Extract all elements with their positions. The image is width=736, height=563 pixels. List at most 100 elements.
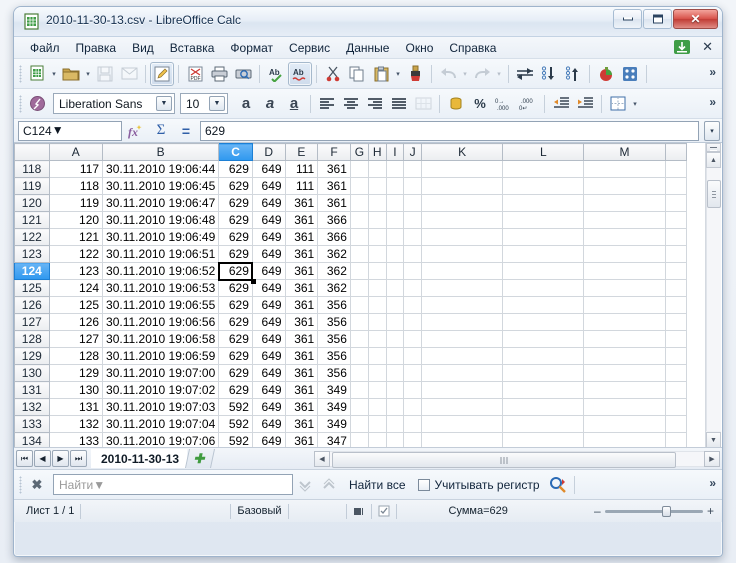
cell-C126[interactable]: 629 [218, 296, 253, 314]
cell-F132[interactable]: 349 [317, 398, 351, 416]
table-row[interactable]: 134 133 30.11.2010 19:07:06 592 649 361 347 [14, 432, 687, 447]
cell-H131[interactable] [367, 381, 387, 399]
merge-cells-icon[interactable] [411, 92, 435, 116]
cell-D119[interactable]: 649 [251, 177, 286, 195]
cell-A129[interactable]: 128 [48, 347, 104, 365]
column-header-c[interactable]: C [218, 143, 253, 161]
cell-E134[interactable]: 361 [284, 432, 319, 447]
cell-G119[interactable] [349, 177, 369, 195]
cell-B122[interactable]: 30.11.2010 19:06:49 [102, 228, 220, 246]
cell-K131[interactable] [420, 381, 504, 399]
formula-input-line[interactable]: 629 [200, 120, 699, 141]
menu-item-file[interactable]: Файл [22, 39, 68, 57]
cell-D123[interactable]: 649 [251, 245, 286, 263]
cell-A118[interactable]: 117 [48, 160, 104, 178]
cell-D128[interactable]: 649 [251, 330, 286, 348]
cell-G123[interactable] [349, 245, 369, 263]
row-header-130[interactable]: 130 [14, 364, 50, 382]
cell-A123[interactable]: 122 [48, 245, 104, 263]
cell-H123[interactable] [367, 245, 387, 263]
cell-I122[interactable] [385, 228, 405, 246]
cell-F128[interactable]: 356 [317, 330, 351, 348]
row-header-131[interactable]: 131 [14, 381, 50, 399]
cell-x133[interactable] [664, 415, 687, 433]
cell-K119[interactable] [420, 177, 504, 195]
align-right-icon[interactable] [363, 92, 387, 116]
borders-icon[interactable] [606, 92, 630, 116]
cell-H134[interactable] [367, 432, 387, 447]
increase-indent-icon[interactable] [573, 92, 597, 116]
cell-E118[interactable]: 111 [284, 160, 319, 178]
cell-I132[interactable] [385, 398, 405, 416]
sum-icon[interactable]: Σ [150, 121, 172, 141]
table-row[interactable]: 122 121 30.11.2010 19:06:49 629 649 361 366 [14, 228, 687, 246]
vertical-scroll-track[interactable] [706, 168, 721, 431]
cell-C121[interactable]: 629 [218, 211, 253, 229]
sort-filter-icon[interactable] [513, 62, 537, 86]
cell-K128[interactable] [420, 330, 504, 348]
chevron-down-icon[interactable]: ▼ [93, 478, 105, 492]
find-and-replace-icon[interactable] [546, 473, 570, 497]
cell-I126[interactable] [385, 296, 405, 314]
cell-M129[interactable] [583, 347, 666, 365]
cell-M131[interactable] [583, 381, 666, 399]
cell-C120[interactable]: 629 [218, 194, 253, 212]
next-sheet-button[interactable]: ▶ [52, 450, 69, 467]
cell-F126[interactable]: 356 [317, 296, 351, 314]
cell-x124[interactable] [664, 262, 687, 280]
menu-item-help[interactable]: Справка [441, 39, 504, 57]
row-header-134[interactable]: 134 [14, 432, 50, 447]
paste-dropdown-icon[interactable]: ▾ [393, 62, 403, 86]
cell-B125[interactable]: 30.11.2010 19:06:53 [102, 279, 220, 297]
cell-I133[interactable] [385, 415, 405, 433]
cell-H129[interactable] [367, 347, 387, 365]
menu-item-insert[interactable]: Вставка [162, 39, 223, 57]
cell-F130[interactable]: 356 [317, 364, 351, 382]
search-input[interactable]: Найти ▼ [53, 474, 293, 495]
cell-I124[interactable] [385, 262, 405, 280]
cell-A131[interactable]: 130 [48, 381, 104, 399]
cell-G128[interactable] [349, 330, 369, 348]
column-header-b[interactable]: B [102, 143, 220, 161]
cell-A127[interactable]: 126 [48, 313, 104, 331]
redo-icon[interactable] [470, 62, 494, 86]
cell-L124[interactable] [502, 262, 585, 280]
cell-A132[interactable]: 131 [48, 398, 104, 416]
cell-J119[interactable] [403, 177, 422, 195]
cell-L120[interactable] [502, 194, 585, 212]
cell-A124[interactable]: 123 [48, 262, 104, 280]
chevron-down-icon[interactable]: ▼ [52, 123, 64, 139]
cell-E127[interactable]: 361 [284, 313, 319, 331]
select-all-corner[interactable] [14, 143, 50, 161]
cell-L119[interactable] [502, 177, 585, 195]
font-size-combobox[interactable]: 10 ▼ [180, 93, 228, 114]
cell-K122[interactable] [420, 228, 504, 246]
export-pdf-icon[interactable]: PDF [183, 62, 207, 86]
document-modified-icon[interactable] [372, 503, 397, 519]
cell-L134[interactable] [502, 432, 585, 447]
undo-dropdown-icon[interactable]: ▾ [460, 62, 470, 86]
menu-item-data[interactable]: Данные [338, 39, 397, 57]
cell-F124[interactable]: 362 [317, 262, 351, 280]
cell-G132[interactable] [349, 398, 369, 416]
cell-M132[interactable] [583, 398, 666, 416]
cell-F127[interactable]: 356 [317, 313, 351, 331]
cell-G130[interactable] [349, 364, 369, 382]
cell-E130[interactable]: 361 [284, 364, 319, 382]
cell-F121[interactable]: 366 [317, 211, 351, 229]
cell-L125[interactable] [502, 279, 585, 297]
cell-A134[interactable]: 133 [48, 432, 104, 447]
cell-E128[interactable]: 361 [284, 330, 319, 348]
cell-G124[interactable] [349, 262, 369, 280]
cell-H118[interactable] [367, 160, 387, 178]
cell-K120[interactable] [420, 194, 504, 212]
cell-J125[interactable] [403, 279, 422, 297]
paragraph-styles-icon[interactable] [25, 92, 49, 116]
cell-A133[interactable]: 132 [48, 415, 104, 433]
scroll-down-button[interactable]: ▼ [706, 432, 721, 447]
borders-dropdown-icon[interactable]: ▾ [630, 92, 640, 116]
align-justify-icon[interactable] [387, 92, 411, 116]
print-icon[interactable] [207, 62, 231, 86]
cell-M130[interactable] [583, 364, 666, 382]
cell-M119[interactable] [583, 177, 666, 195]
